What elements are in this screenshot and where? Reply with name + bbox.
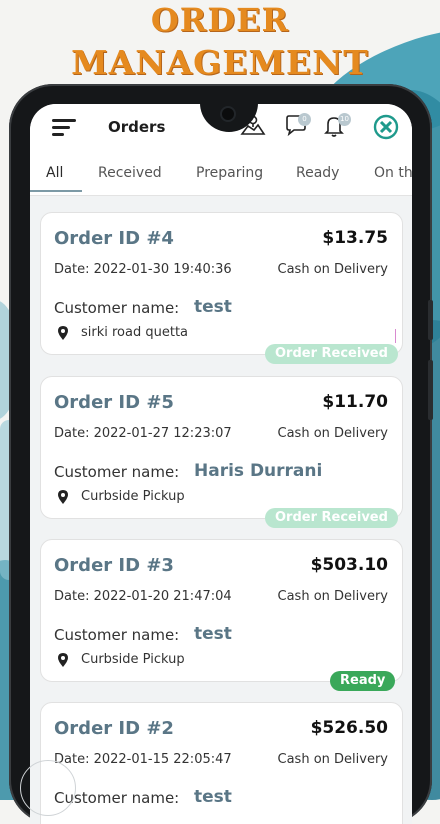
order-card[interactable]: Order ID #5 $11.70 Date: 2022-01-27 12:2… xyxy=(40,376,403,519)
order-card[interactable]: Order ID #2 $526.50 Date: 2022-01-15 22:… xyxy=(40,702,403,824)
order-id: Order ID #4 xyxy=(54,228,174,249)
customer-label: Customer name: xyxy=(54,463,180,481)
card-marker xyxy=(395,329,396,343)
order-card[interactable]: Order ID #3 $503.10 Date: 2022-01-20 21:… xyxy=(40,539,403,682)
delivery-address: sirki road quetta xyxy=(81,325,189,340)
customer-name: Haris Durrani xyxy=(194,461,323,481)
order-id: Order ID #3 xyxy=(54,555,174,576)
location-pin-icon xyxy=(58,326,68,340)
tab-all[interactable]: All xyxy=(46,165,63,181)
location-pin-icon xyxy=(58,653,68,667)
order-date: Date: 2022-01-30 19:40:36 xyxy=(54,262,232,277)
customer-name: test xyxy=(194,787,232,807)
order-total: $503.10 xyxy=(310,555,388,575)
status-badge: Order Received xyxy=(265,344,398,364)
status-tabs: All Received Preparing Ready On th xyxy=(30,149,412,196)
customer-name: test xyxy=(194,297,232,317)
close-circle-icon[interactable] xyxy=(373,114,399,140)
order-id: Order ID #5 xyxy=(54,392,174,413)
page-title: Orders xyxy=(108,118,166,136)
active-tab-indicator xyxy=(30,190,82,192)
customer-label: Customer name: xyxy=(54,626,180,644)
status-badge: Order Received xyxy=(265,508,398,528)
hamburger-icon[interactable] xyxy=(52,119,76,137)
payment-method: Cash on Delivery xyxy=(277,752,388,767)
order-id: Order ID #2 xyxy=(54,718,174,739)
order-total: $526.50 xyxy=(310,718,388,738)
delivery-address: Curbside Pickup xyxy=(81,652,185,667)
phone-side-button xyxy=(428,360,433,420)
tab-ready[interactable]: Ready xyxy=(296,165,339,181)
promo-title-line2: MANAGEMENT xyxy=(71,43,369,82)
alerts-badge: 10 xyxy=(338,113,351,126)
promo-title-line1: ORDER xyxy=(150,1,290,39)
tab-on-the-way[interactable]: On th xyxy=(374,165,412,181)
delivery-address: Curbside Pickup xyxy=(81,489,185,504)
app-screen: Orders 0 10 All Received Preparing Ready… xyxy=(30,104,412,824)
phone-side-button xyxy=(428,300,433,340)
messages-badge: 0 xyxy=(298,113,311,126)
home-gesture-circle[interactable] xyxy=(20,760,76,816)
location-pin-icon xyxy=(58,490,68,504)
status-badge: Ready xyxy=(330,671,396,691)
tab-received[interactable]: Received xyxy=(98,165,162,181)
payment-method: Cash on Delivery xyxy=(277,589,388,604)
order-total: $11.70 xyxy=(322,392,388,412)
customer-name: test xyxy=(194,624,232,644)
front-camera xyxy=(222,108,234,120)
order-card[interactable]: Order ID #4 $13.75 Date: 2022-01-30 19:4… xyxy=(40,212,403,355)
customer-label: Customer name: xyxy=(54,299,180,317)
tab-preparing[interactable]: Preparing xyxy=(196,165,263,181)
payment-method: Cash on Delivery xyxy=(277,426,388,441)
order-date: Date: 2022-01-27 12:23:07 xyxy=(54,426,232,441)
order-total: $13.75 xyxy=(322,228,388,248)
payment-method: Cash on Delivery xyxy=(277,262,388,277)
order-date: Date: 2022-01-15 22:05:47 xyxy=(54,752,232,767)
order-date: Date: 2022-01-20 21:47:04 xyxy=(54,589,232,604)
